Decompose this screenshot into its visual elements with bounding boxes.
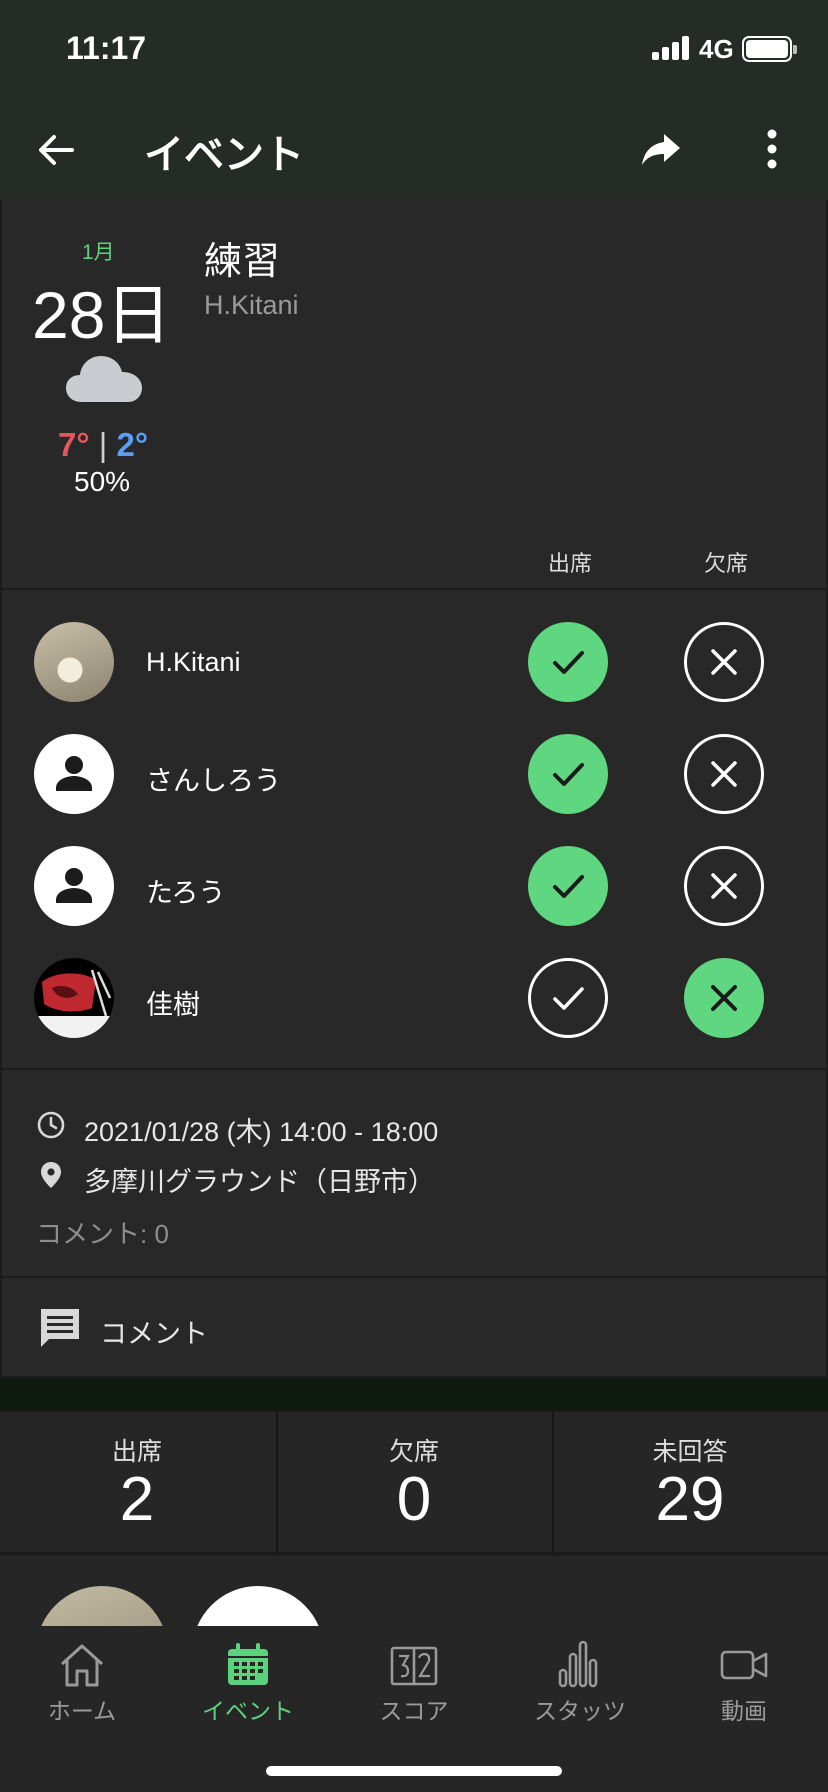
person-icon	[56, 756, 92, 791]
event-name: 練習	[204, 241, 281, 283]
avatar[interactable]	[34, 958, 114, 1038]
member-row: H.Kitani	[2, 590, 826, 702]
tab-event[interactable]: イベント	[188, 1640, 308, 1740]
tab-home[interactable]: ホーム	[22, 1640, 142, 1740]
summary-value: 0	[396, 1465, 432, 1534]
comment-icon	[41, 1309, 79, 1347]
comment-label: コメント	[100, 1319, 208, 1349]
member-name: たろう	[146, 878, 226, 908]
avatar[interactable]	[34, 846, 114, 926]
member-row: 佳樹	[2, 926, 826, 1038]
event-header-card: 1月 28日 7° | 2° 50% 練習 H.Kitani 出席 欠席	[2, 200, 826, 588]
temp-high: 7°	[58, 426, 90, 463]
summary-value: 2	[119, 1465, 155, 1534]
avatar[interactable]	[34, 734, 114, 814]
attendance-list: H.Kitani さんしろう たろう 佳樹	[2, 590, 826, 1068]
attend-button[interactable]	[528, 734, 608, 814]
check-icon	[553, 763, 584, 786]
avatar[interactable]	[34, 622, 114, 702]
attend-button[interactable]	[528, 622, 608, 702]
comment-button[interactable]: コメント	[2, 1278, 826, 1376]
more-vert-icon[interactable]	[752, 124, 792, 174]
rain-chance: 50%	[74, 466, 131, 497]
status-time: 11:17	[66, 30, 147, 66]
tab-label: スタッツ	[534, 1698, 626, 1724]
tab-video[interactable]: 動画	[684, 1640, 804, 1740]
event-datetime: 2021/01/28 (木) 14:00 - 18:00	[84, 1117, 439, 1147]
attend-button[interactable]	[528, 958, 608, 1038]
avatar-image	[34, 969, 114, 1038]
avatar[interactable]	[36, 1586, 168, 1626]
event-info-card: 2021/01/28 (木) 14:00 - 18:00 多摩川グラウンド（日野…	[2, 1070, 826, 1276]
battery-icon	[742, 36, 797, 62]
tab-label: ホーム	[47, 1698, 117, 1724]
tab-label: スコア	[379, 1698, 449, 1724]
share-icon[interactable]	[636, 124, 686, 174]
scoreboard-icon	[390, 1646, 438, 1686]
event-owner: H.Kitani	[204, 290, 299, 320]
temp-low: 2°	[116, 426, 149, 463]
close-icon	[711, 649, 737, 675]
network-type: 4G	[699, 34, 734, 64]
absent-button[interactable]	[684, 622, 764, 702]
attendee-avatars	[0, 1556, 828, 1626]
home-indicator[interactable]	[266, 1766, 562, 1776]
clock-icon	[37, 1111, 65, 1139]
column-header-absent: 欠席	[704, 551, 749, 576]
cloud-icon	[66, 356, 142, 402]
status-bar: 11:17 4G	[0, 0, 828, 100]
bar-chart-icon	[558, 1640, 598, 1688]
home-icon	[60, 1644, 104, 1687]
absent-button[interactable]	[684, 734, 764, 814]
member-row: たろう	[2, 814, 826, 926]
absent-button[interactable]	[684, 958, 764, 1038]
summary-label: 未回答	[652, 1438, 728, 1466]
close-icon	[711, 761, 737, 787]
column-header-attend: 出席	[548, 551, 593, 576]
member-name: さんしろう	[146, 766, 281, 796]
close-icon	[711, 985, 737, 1011]
event-day: 28日	[32, 278, 172, 352]
divider	[0, 1378, 828, 1410]
summary-label: 出席	[111, 1438, 162, 1466]
summary-value: 29	[655, 1465, 725, 1534]
check-icon	[553, 987, 584, 1010]
tab-label: 動画	[721, 1698, 767, 1724]
event-location: 多摩川グラウンド（日野市）	[84, 1167, 435, 1197]
attendance-summary: 出席 2 欠席 0 未回答 29	[0, 1410, 828, 1554]
comment-count: コメント: 0	[36, 1219, 169, 1249]
back-arrow-icon[interactable]	[32, 126, 80, 174]
temp-separator: |	[98, 426, 108, 463]
summary-absent[interactable]: 欠席 0	[276, 1412, 550, 1554]
summary-label: 欠席	[388, 1438, 439, 1466]
tab-score[interactable]: スコア	[354, 1640, 474, 1740]
member-row: さんしろう	[2, 702, 826, 814]
attend-button[interactable]	[528, 846, 608, 926]
app-bar: イベント	[0, 100, 828, 200]
check-icon	[553, 651, 584, 674]
avatar[interactable]	[192, 1586, 324, 1626]
calendar-icon	[228, 1643, 268, 1685]
location-pin-icon	[41, 1162, 61, 1188]
tab-label: イベント	[202, 1698, 294, 1724]
page-title: イベント	[144, 133, 304, 177]
tab-stats[interactable]: スタッツ	[520, 1640, 640, 1740]
check-icon	[553, 875, 584, 898]
signal-icon	[652, 36, 692, 60]
member-name: H.Kitani	[146, 647, 241, 677]
summary-unanswered[interactable]: 未回答 29	[552, 1412, 826, 1554]
member-name: 佳樹	[146, 990, 200, 1020]
video-icon	[720, 1650, 768, 1680]
summary-attend[interactable]: 出席 2	[0, 1412, 274, 1554]
close-icon	[711, 873, 737, 899]
temperature: 7° | 2°	[58, 426, 148, 464]
absent-button[interactable]	[684, 846, 764, 926]
person-icon	[56, 868, 92, 903]
